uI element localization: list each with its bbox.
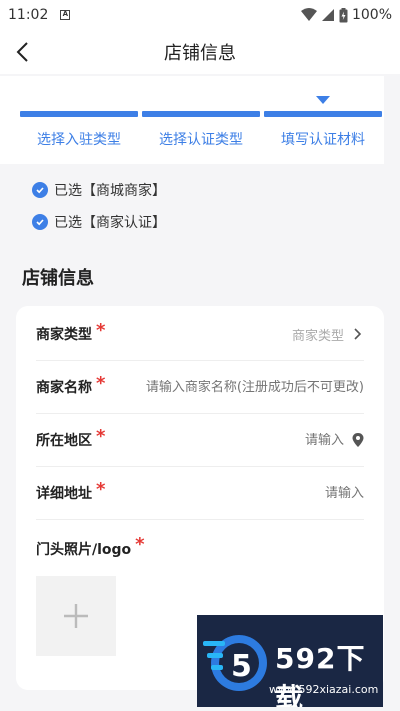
address-label: 详细地址 <box>36 486 92 502</box>
required-mark: * <box>96 319 106 341</box>
page-title: 店铺信息 <box>164 43 236 64</box>
status-right: 100% <box>300 7 392 23</box>
merchant-name-input[interactable] <box>124 379 364 395</box>
merchant-type-select[interactable]: 商家类型 <box>292 325 344 344</box>
required-mark: * <box>96 478 106 500</box>
step-select-cert-type[interactable]: 选择认证类型 <box>142 76 260 164</box>
nav-bar: 店铺信息 <box>0 30 400 74</box>
selected-text: 已选【商城商家】 <box>54 183 166 199</box>
plus-icon <box>64 604 88 628</box>
region-row: 所在地区 * <box>36 414 364 467</box>
wifi-icon <box>300 8 317 21</box>
check-circle-icon <box>32 182 48 198</box>
step-select-entry-type[interactable]: 选择入驻类型 <box>20 76 138 164</box>
signal-icon <box>321 9 334 21</box>
watermark-logo: 5 592下载 www.592xiazai.com <box>197 615 383 707</box>
watermark-brand: 592下载 <box>275 642 366 707</box>
photo-upload-button[interactable] <box>36 576 116 656</box>
status-time: 11:02 <box>8 7 49 23</box>
selected-merchant-cert: 已选【商家认证】 <box>32 212 166 232</box>
current-step-marker-icon <box>316 96 330 104</box>
back-arrow-icon[interactable] <box>12 40 36 64</box>
merchant-type-label: 商家类型 <box>36 327 92 343</box>
address-row: 详细地址 * <box>36 467 364 520</box>
step-bar <box>142 111 260 117</box>
required-mark: * <box>96 425 106 447</box>
watermark-emblem-icon: 5 <box>203 635 267 691</box>
photo-label-row: 门头照片/logo * <box>36 534 145 559</box>
step-label: 选择入驻类型 <box>37 132 121 148</box>
battery-icon <box>339 7 348 22</box>
selected-text: 已选【商家认证】 <box>54 215 166 231</box>
status-bar: 11:02 A 100% <box>0 0 400 30</box>
location-pin-icon[interactable] <box>352 433 364 447</box>
address-input[interactable] <box>214 485 364 501</box>
section-title: 店铺信息 <box>22 268 94 289</box>
merchant-type-row[interactable]: 商家类型 * 商家类型 <box>36 308 364 361</box>
notification-icon: A <box>60 10 71 20</box>
required-mark: * <box>96 372 106 394</box>
region-label: 所在地区 <box>36 433 92 449</box>
step-label: 填写认证材料 <box>281 132 365 148</box>
battery-level: 100% <box>351 7 392 23</box>
watermark-url: www.592xiazai.com <box>269 683 379 696</box>
step-label: 选择认证类型 <box>159 132 243 148</box>
merchant-name-row: 商家名称 * <box>36 361 364 414</box>
step-bar <box>264 111 382 117</box>
step-bar <box>20 111 138 117</box>
merchant-name-label: 商家名称 <box>36 380 92 396</box>
progress-steps: 选择入驻类型 选择认证类型 填写认证材料 <box>0 76 384 164</box>
step-fill-cert-materials[interactable]: 填写认证材料 <box>264 76 382 164</box>
required-mark: * <box>135 534 145 555</box>
check-circle-icon <box>32 214 48 230</box>
watermark-digit: 5 <box>231 649 252 684</box>
chevron-right-icon <box>354 328 362 340</box>
photo-label: 门头照片/logo <box>36 541 132 558</box>
region-input[interactable] <box>194 432 344 448</box>
selected-mall-merchant: 已选【商城商家】 <box>32 180 166 200</box>
